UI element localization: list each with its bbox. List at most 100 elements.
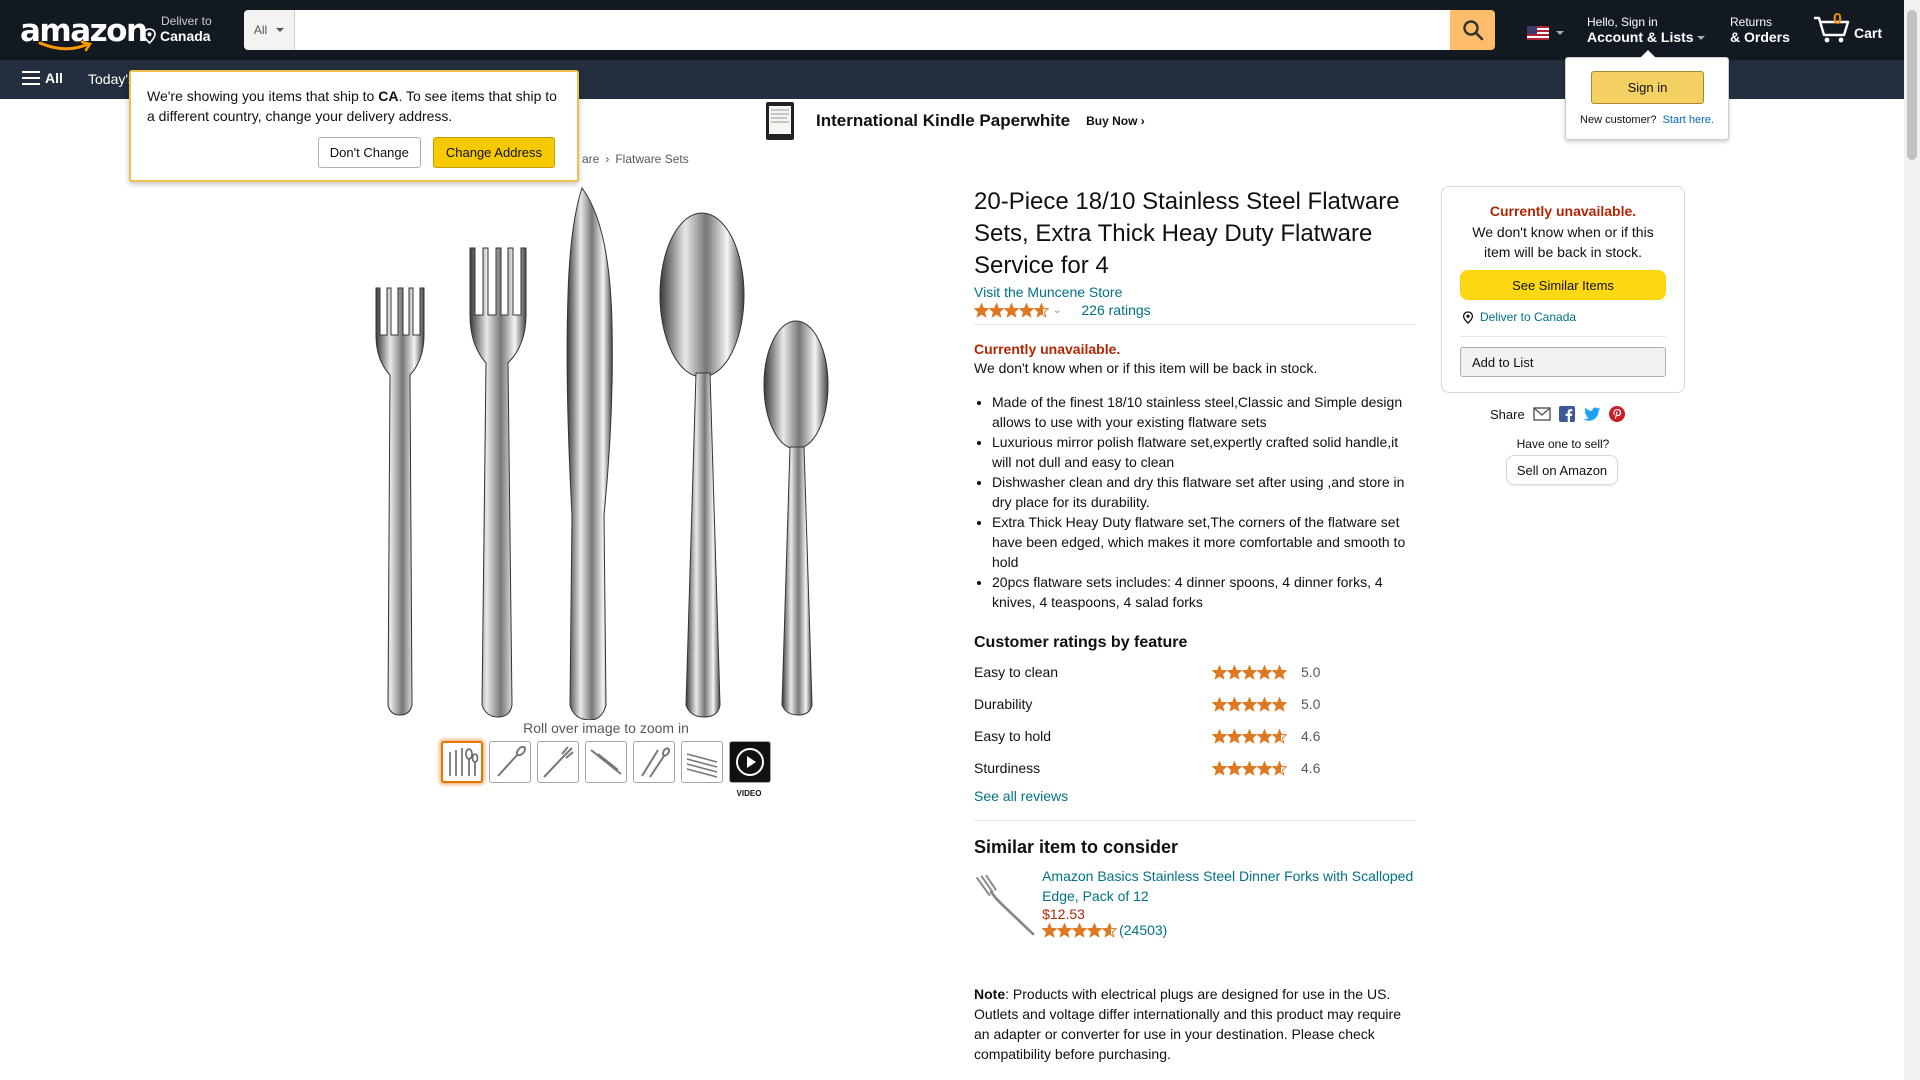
search-bar: All xyxy=(244,10,1495,50)
thumbnail-6[interactable] xyxy=(681,741,723,783)
all-menu-button[interactable]: All xyxy=(22,70,63,86)
star-icon xyxy=(1272,664,1287,680)
popover-text-before: We're showing you items that ship to xyxy=(147,88,379,104)
feature-stars xyxy=(1212,760,1287,776)
star-icon xyxy=(989,302,1004,318)
star-icon xyxy=(1272,728,1287,744)
star-icon xyxy=(1257,728,1272,744)
returns-label: Returns xyxy=(1730,15,1773,29)
star-rating[interactable] xyxy=(974,302,1049,318)
see-similar-items-button[interactable]: See Similar Items xyxy=(1460,270,1666,300)
chevron-down-icon xyxy=(1696,36,1705,41)
feature-bullet: Dishwasher clean and dry this flatware s… xyxy=(992,472,1416,512)
search-category-select[interactable]: All xyxy=(244,10,295,50)
thumbnail-3[interactable] xyxy=(537,741,579,783)
deliver-to-label: Deliver to Canada xyxy=(1480,310,1577,324)
star-icon xyxy=(1227,728,1242,744)
search-button[interactable] xyxy=(1450,10,1495,50)
feature-value: 5.0 xyxy=(1301,696,1321,712)
breadcrumb-separator: › xyxy=(605,152,610,166)
star-icon xyxy=(1102,922,1118,938)
star-icon xyxy=(1272,696,1287,712)
star-icon xyxy=(1242,664,1257,680)
feature-stars xyxy=(1212,696,1287,712)
star-icon xyxy=(1227,760,1242,776)
deliver-to[interactable]: Deliver to Canada xyxy=(142,14,212,44)
star-icon xyxy=(1072,922,1088,938)
similar-item-stars[interactable] xyxy=(1042,922,1118,938)
chevron-down-icon[interactable]: ⌄ xyxy=(1053,305,1061,316)
feature-name: Easy to hold xyxy=(974,728,1052,744)
see-all-reviews-link[interactable]: See all reviews xyxy=(974,788,1416,821)
location-pin-icon xyxy=(1462,310,1474,324)
share-row: Share xyxy=(1490,406,1625,422)
feature-rating-row: Easy to clean 5.0 xyxy=(974,656,1416,688)
page-scrollbar[interactable] xyxy=(1904,0,1920,1080)
kindle-banner[interactable]: International Kindle Paperwhite Buy Now … xyxy=(760,101,1145,141)
feature-rating-row: Sturdiness 4.6 xyxy=(974,752,1416,784)
search-icon xyxy=(1462,20,1483,41)
feature-value: 5.0 xyxy=(1301,664,1321,680)
new-customer-label: New customer? xyxy=(1580,114,1657,126)
add-to-list-button[interactable]: Add to List xyxy=(1460,347,1666,377)
deliver-to-link[interactable]: Deliver to Canada xyxy=(1462,310,1576,324)
similar-item-rating-count[interactable]: (24503) xyxy=(1119,922,1167,938)
flyout-arrow xyxy=(1640,50,1656,58)
language-selector[interactable] xyxy=(1527,26,1564,40)
location-pin-icon xyxy=(143,28,156,44)
product-title: 20-Piece 18/10 Stainless Steel Flatware … xyxy=(974,188,1400,279)
star-icon xyxy=(1042,922,1058,938)
feature-rating-row: Durability 5.0 xyxy=(974,688,1416,720)
main-product-image[interactable] xyxy=(360,185,840,720)
breadcrumb-item[interactable]: Flatware Sets xyxy=(615,152,688,166)
nav-todays-deals[interactable]: Today's xyxy=(88,71,135,87)
top-nav: amazon Deliver to Canada All Hello, Sign… xyxy=(0,0,1904,60)
search-input[interactable] xyxy=(295,10,1450,50)
dont-change-button[interactable]: Don't Change xyxy=(317,137,421,168)
kindle-device-image xyxy=(766,102,794,140)
thumbnail-4[interactable] xyxy=(585,741,627,783)
star-icon xyxy=(974,302,989,318)
star-icon xyxy=(1212,728,1227,744)
email-icon[interactable] xyxy=(1533,407,1551,421)
feature-stars xyxy=(1212,664,1287,680)
change-address-button[interactable]: Change Address xyxy=(432,137,555,168)
scrollbar-thumb[interactable] xyxy=(1907,10,1917,160)
pinterest-icon[interactable] xyxy=(1608,406,1625,422)
star-icon xyxy=(1272,760,1287,776)
store-link[interactable]: Visit the Muncene Store xyxy=(974,284,1416,300)
feature-name: Sturdiness xyxy=(974,760,1041,776)
amazon-logo[interactable]: amazon xyxy=(20,13,148,52)
account-lists[interactable]: Hello, Sign in Account & Lists xyxy=(1587,15,1705,45)
logo-smile-icon xyxy=(38,40,93,52)
returns-orders[interactable]: Returns & Orders xyxy=(1730,15,1790,45)
similar-item-title[interactable]: Amazon Basics Stainless Steel Dinner For… xyxy=(1042,866,1416,906)
buybox-unavailable-message: We don't know when or if this item will … xyxy=(1472,224,1654,260)
start-here-link[interactable]: Start here. xyxy=(1663,114,1714,126)
feature-name: Durability xyxy=(974,696,1033,712)
thumbnail-1[interactable] xyxy=(441,741,483,783)
unavailable-message: We don't know when or if this item will … xyxy=(974,360,1318,376)
feature-rating-row: Easy to hold 4.6 xyxy=(974,720,1416,752)
signin-button[interactable]: Sign in xyxy=(1591,71,1704,104)
cart[interactable]: 0 Cart xyxy=(1812,10,1882,44)
similar-item-image[interactable] xyxy=(974,866,1036,946)
sell-on-amazon-button[interactable]: Sell on Amazon xyxy=(1506,455,1618,485)
thumbnail-video[interactable] xyxy=(729,741,771,783)
thumbnail-2[interactable] xyxy=(489,741,531,783)
cart-count: 0 xyxy=(1833,11,1842,28)
breadcrumb: are › Flatware Sets xyxy=(582,152,689,166)
twitter-icon[interactable] xyxy=(1583,407,1601,422)
facebook-icon[interactable] xyxy=(1558,406,1575,422)
breadcrumb-item[interactable]: are xyxy=(582,152,599,166)
deliver-country: Canada xyxy=(160,28,211,44)
feature-name: Easy to clean xyxy=(974,664,1059,680)
thumbnail-5[interactable] xyxy=(633,741,675,783)
feature-bullet: 20pcs flatware sets includes: 4 dinner s… xyxy=(992,572,1416,612)
ratings-count-link[interactable]: 226 ratings xyxy=(1081,302,1150,318)
banner-buy-now[interactable]: Buy Now › xyxy=(1086,114,1145,128)
fork-thumbnail xyxy=(543,746,574,778)
chevron-down-icon xyxy=(276,28,285,32)
buybox-unavailable: Currently unavailable. xyxy=(1489,203,1637,219)
star-icon xyxy=(1212,664,1227,680)
